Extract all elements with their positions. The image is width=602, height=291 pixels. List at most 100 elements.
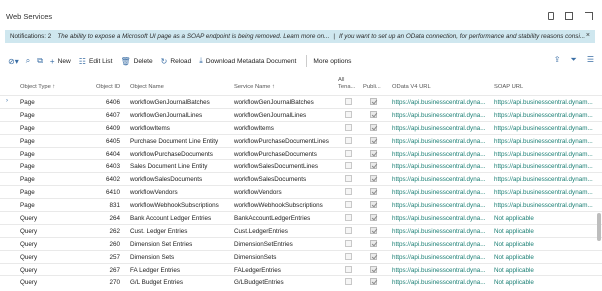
object-type-cell[interactable]: Page xyxy=(20,125,80,132)
all-tenants-checkbox[interactable] xyxy=(345,123,352,131)
soap-url-link[interactable]: https://api.businesscentral.dynam... xyxy=(494,99,594,106)
published-checkbox[interactable] xyxy=(370,239,377,247)
soap-url-link[interactable]: Not applicable xyxy=(494,241,594,248)
soap-url-link[interactable]: Not applicable xyxy=(494,267,594,274)
edit-list-button[interactable]: ☷ Edit List xyxy=(79,57,113,66)
soap-url-link[interactable]: https://api.businesscentral.dynam... xyxy=(494,189,594,196)
all-tenants-checkbox[interactable] xyxy=(345,214,352,222)
object-type-cell[interactable]: Page xyxy=(20,99,80,106)
soap-url-link[interactable]: https://api.businesscentral.dynam... xyxy=(494,151,594,158)
all-tenants-checkbox[interactable] xyxy=(345,201,352,209)
soap-url-link[interactable]: Not applicable xyxy=(494,215,594,222)
all-tenants-checkbox[interactable] xyxy=(345,110,352,118)
object-type-cell[interactable]: Query xyxy=(20,241,80,248)
table-row[interactable]: Query 257 Dimension Sets DimensionSets https… xyxy=(0,249,602,263)
scrollbar-thumb[interactable] xyxy=(597,213,601,241)
odata-url-link[interactable]: https://api.businesscentral.dyna... xyxy=(392,163,488,170)
bookmark-icon[interactable] xyxy=(548,12,554,20)
col-soap-url[interactable]: SOAP URL xyxy=(494,84,523,90)
table-row[interactable]: › Page 6406 workflowGenJournalBatches workfl… xyxy=(0,95,602,108)
published-checkbox[interactable] xyxy=(370,98,377,105)
published-checkbox[interactable] xyxy=(370,123,377,131)
delete-button[interactable]: 🗑 Delete xyxy=(120,57,152,66)
table-row[interactable]: Query 264 Bank Account Ledger Entries BankA… xyxy=(0,211,602,224)
odata-url-link[interactable]: https://api.businesscentral.dyna... xyxy=(392,241,488,248)
reload-button[interactable]: ↻ Reload xyxy=(161,57,192,66)
all-tenants-checkbox[interactable] xyxy=(345,149,352,157)
col-object-type[interactable]: Object Type ↑ xyxy=(20,84,55,90)
object-type-cell[interactable]: Page xyxy=(20,163,80,170)
object-type-cell[interactable]: Page xyxy=(20,202,80,209)
soap-url-link[interactable]: https://api.businesscentral.dynam... xyxy=(494,176,594,183)
object-type-cell[interactable]: Query xyxy=(20,279,80,286)
download-metadata-button[interactable]: ⤓ Download Metadata Document xyxy=(199,56,296,66)
object-type-cell[interactable]: Page xyxy=(20,151,80,158)
object-type-cell[interactable]: Page xyxy=(20,189,80,196)
published-checkbox[interactable] xyxy=(370,136,377,144)
col-object-name[interactable]: Object Name xyxy=(130,84,164,90)
table-row[interactable]: Page 6404 workflowPurchaseDocuments workflo… xyxy=(0,146,602,160)
notification-message-soap[interactable]: The ability to expose a Microsoft UI pag… xyxy=(57,33,329,40)
published-checkbox[interactable] xyxy=(370,201,377,209)
published-checkbox[interactable] xyxy=(370,265,377,273)
all-tenants-checkbox[interactable] xyxy=(345,188,352,196)
col-published[interactable]: Publi... xyxy=(363,84,381,90)
close-icon[interactable]: × xyxy=(586,32,590,39)
all-tenants-checkbox[interactable] xyxy=(345,136,352,144)
odata-url-link[interactable]: https://api.businesscentral.dyna... xyxy=(392,228,488,235)
odata-url-link[interactable]: https://api.businesscentral.dyna... xyxy=(392,215,488,222)
search-icon[interactable]: ⌕ xyxy=(26,56,30,66)
all-tenants-checkbox[interactable] xyxy=(345,252,352,260)
views-icon[interactable]: ⊘▾ xyxy=(8,57,19,66)
table-row[interactable]: Page 6402 workflowSalesDocuments workflowSa… xyxy=(0,172,602,185)
odata-url-link[interactable]: https://api.businesscentral.dyna... xyxy=(392,202,488,209)
all-tenants-checkbox[interactable] xyxy=(345,278,352,286)
col-odata-url[interactable]: OData V4 URL xyxy=(392,84,431,90)
table-row[interactable]: Query 267 FA Ledger Entries FALedgerEntries… xyxy=(0,262,602,276)
odata-url-link[interactable]: https://api.businesscentral.dyna... xyxy=(392,99,488,106)
table-row[interactable]: Page 831 workflowWebhookSubscriptions workf… xyxy=(0,198,602,211)
published-checkbox[interactable] xyxy=(370,188,377,196)
soap-url-link[interactable]: Not applicable xyxy=(494,228,594,235)
open-new-window-icon[interactable] xyxy=(565,12,573,20)
all-tenants-checkbox[interactable] xyxy=(345,226,352,234)
all-tenants-checkbox[interactable] xyxy=(345,175,352,183)
object-type-cell[interactable]: Page xyxy=(20,138,80,145)
soap-url-link[interactable]: Not applicable xyxy=(494,279,594,286)
odata-url-link[interactable]: https://api.businesscentral.dyna... xyxy=(392,267,488,274)
object-type-cell[interactable]: Page xyxy=(20,112,80,119)
published-checkbox[interactable] xyxy=(370,110,377,118)
published-checkbox[interactable] xyxy=(370,214,377,222)
new-button[interactable]: + New xyxy=(50,57,71,66)
published-checkbox[interactable] xyxy=(370,149,377,157)
all-tenants-checkbox[interactable] xyxy=(345,98,352,105)
object-type-cell[interactable]: Query xyxy=(20,228,80,235)
table-row[interactable]: Query 270 G/L Budget Entries G/LBudgetEntri… xyxy=(0,275,602,288)
more-options-button[interactable]: More options xyxy=(313,58,351,65)
published-checkbox[interactable] xyxy=(370,175,377,183)
soap-url-link[interactable]: https://api.businesscentral.dynam... xyxy=(494,112,594,119)
row-selector-arrow-icon[interactable]: › xyxy=(6,98,8,104)
table-row[interactable]: Query 262 Cust. Ledger Entries Cust.LedgerE… xyxy=(0,223,602,237)
published-checkbox[interactable] xyxy=(370,162,377,170)
odata-url-link[interactable]: https://api.businesscentral.dyna... xyxy=(392,279,488,286)
share-page-icon[interactable]: ⇪ xyxy=(554,55,561,65)
all-tenants-checkbox[interactable] xyxy=(345,239,352,247)
table-row[interactable]: Page 6403 Sales Document Line Entity workfl… xyxy=(0,159,602,172)
published-checkbox[interactable] xyxy=(370,252,377,260)
published-checkbox[interactable] xyxy=(370,278,377,286)
table-row[interactable]: Query 260 Dimension Set Entries DimensionSe… xyxy=(0,236,602,250)
share-icon[interactable]: ⧉ xyxy=(37,56,43,66)
object-type-cell[interactable]: Page xyxy=(20,176,80,183)
soap-url-link[interactable]: Not applicable xyxy=(494,254,594,261)
col-all-tenants[interactable]: All Tena... xyxy=(338,77,355,91)
all-tenants-checkbox[interactable] xyxy=(345,265,352,273)
table-row[interactable]: Page 6409 workflowItems workflowItems https:… xyxy=(0,120,602,134)
table-row[interactable]: Page 6405 Purchase Document Line Entity wor… xyxy=(0,133,602,147)
object-type-cell[interactable]: Query xyxy=(20,215,80,222)
list-view-icon[interactable]: ☰ xyxy=(587,55,594,65)
soap-url-link[interactable]: https://api.businesscentral.dynam... xyxy=(494,163,594,170)
soap-url-link[interactable]: https://api.businesscentral.dynam... xyxy=(494,138,594,145)
soap-url-link[interactable]: https://api.businesscentral.dynam... xyxy=(494,202,594,209)
table-row[interactable]: Page 6407 workflowGenJournalLines workflowG… xyxy=(0,107,602,121)
